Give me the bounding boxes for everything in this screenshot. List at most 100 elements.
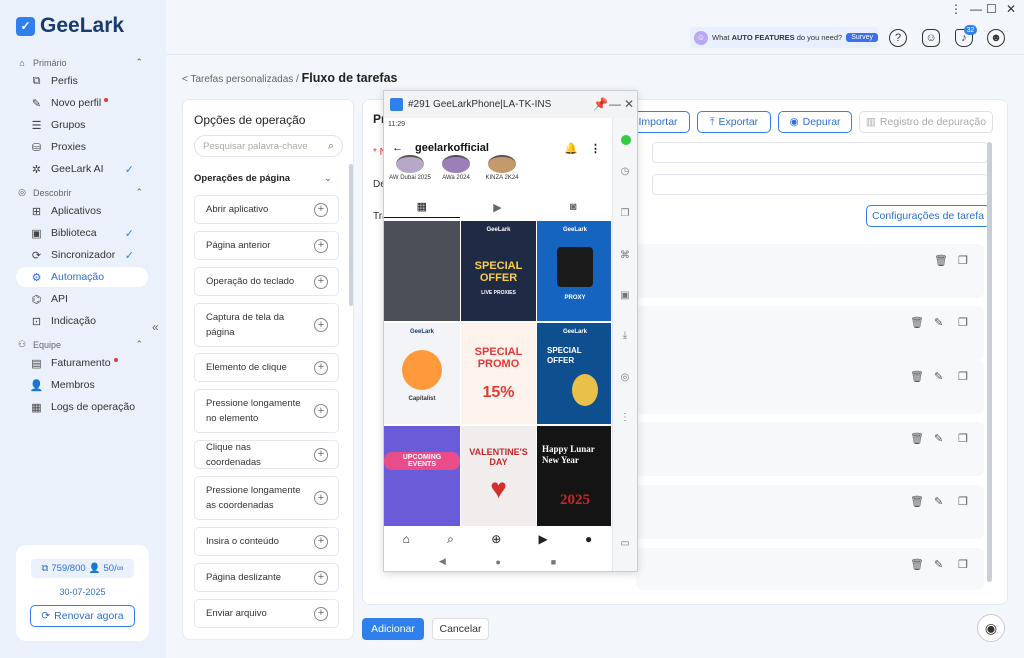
debug-log-button[interactable]: ▥ Registro de depuração	[859, 111, 993, 133]
operation-item[interactable]: Captura de tela da página +	[194, 303, 339, 347]
post-thumbnail[interactable]: SPECIAL PROMO 15%	[461, 323, 536, 424]
edit-icon[interactable]: ✎	[934, 316, 943, 329]
section-equipe[interactable]: ⚇ Equipe ⌃	[17, 339, 143, 350]
page-operations-group[interactable]: Operações de página ⌄	[194, 173, 332, 184]
description-input[interactable]	[652, 174, 988, 195]
operation-item[interactable]: Abrir aplicativo +	[194, 195, 339, 224]
add-icon[interactable]: +	[314, 360, 328, 375]
grid-tab-icon[interactable]: ▦	[384, 196, 460, 218]
chevron-up-icon[interactable]: ⌃	[135, 339, 143, 350]
task-settings-button[interactable]: Configurações de tarefa	[866, 205, 990, 227]
close-icon[interactable]: ✕	[624, 97, 634, 111]
post-thumbnail[interactable]: UPCOMING EVENTS	[384, 426, 460, 526]
flow-step-row[interactable]: 🗑 ✎ ❐	[636, 422, 984, 476]
cloud-phone-window[interactable]: #291 GeeLarkPhone|LA-TK-INS 📌 — ✕ 11:29 …	[383, 90, 638, 572]
minimize-icon[interactable]: —	[970, 2, 982, 16]
operation-item[interactable]: Clique nas coordenadas +	[194, 440, 339, 469]
add-icon[interactable]: +	[314, 274, 328, 289]
post-thumbnail[interactable]: GeeLark Capitalist	[384, 323, 460, 424]
breadcrumb-parent[interactable]: < Tarefas personalizadas	[182, 74, 293, 85]
add-icon[interactable]: +	[314, 202, 328, 217]
operation-item[interactable]: Insira o conteúdo +	[194, 527, 339, 556]
sidebar-item-automacao[interactable]: ⚙ Automação	[16, 267, 148, 287]
add-icon[interactable]: +	[314, 606, 328, 621]
sidebar-item-grupos[interactable]: ☰ Grupos	[16, 115, 148, 135]
reels-tab-icon[interactable]: ▶	[460, 196, 536, 218]
recents-icon[interactable]: ■	[551, 557, 556, 567]
sidebar-item-membros[interactable]: 👤 Membros	[16, 375, 148, 395]
sidebar-item-novo-perfil[interactable]: ✎ Novo perfil	[16, 93, 148, 113]
sidebar-item-api[interactable]: ⌬ API	[16, 289, 148, 309]
sidebar-item-geelark-ai[interactable]: ✲ GeeLark AI ✓	[16, 159, 148, 179]
flow-step-row[interactable]: 🗑 ✎ ❐	[636, 548, 984, 590]
eye-icon[interactable]: ◉	[977, 614, 1005, 642]
post-thumbnail[interactable]: VALENTINE'S DAY ♥	[461, 426, 536, 526]
add-icon[interactable]: +	[314, 238, 328, 253]
more-icon[interactable]: ⋮	[619, 412, 631, 423]
add-icon[interactable]: +	[314, 404, 328, 418]
flow-step-row[interactable]: 🗑 ✎ ❐	[636, 360, 984, 414]
sidebar-item-perfis[interactable]: ⧉ Perfis	[16, 71, 148, 91]
sidebar-item-logs[interactable]: ▦ Logs de operação	[16, 397, 148, 417]
screenshot-icon[interactable]: ▣	[619, 290, 631, 301]
more-icon[interactable]: ⋮	[590, 142, 601, 155]
minimize-icon[interactable]: —	[609, 97, 621, 111]
copy-icon[interactable]: ❐	[958, 495, 968, 508]
add-icon[interactable]: +	[314, 534, 328, 549]
pin-icon[interactable]: ⋮	[950, 2, 962, 16]
delete-icon[interactable]: 🗑	[934, 254, 948, 267]
post-thumbnail[interactable]: GeeLark SPECIAL OFFER	[537, 323, 611, 424]
create-icon[interactable]: ⊕	[491, 532, 501, 546]
download-icon[interactable]: ⤓	[619, 330, 631, 341]
post-thumbnail[interactable]	[384, 221, 460, 321]
flow-step-row[interactable]: 🗑 ✎ ❐	[636, 306, 984, 360]
flow-step-row[interactable]: 🗑 ✎ ❐	[636, 485, 984, 539]
chevron-up-icon[interactable]: ⌃	[135, 57, 143, 68]
geelark-logo[interactable]: ✓ GeeLark	[16, 14, 124, 38]
delete-icon[interactable]: 🗑	[910, 495, 924, 508]
help-icon[interactable]: ?	[889, 29, 907, 47]
feature-survey-banner[interactable]: ☺ What AUTO FEATURES do you need? Survey	[690, 27, 878, 48]
copy-icon[interactable]: ❐	[958, 432, 968, 445]
operation-item[interactable]: Página anterior +	[194, 231, 339, 260]
add-icon[interactable]: +	[314, 570, 328, 585]
edit-icon[interactable]: ✎	[934, 370, 943, 383]
operations-search-input[interactable]: Pesquisar palavra-chave ⌕	[194, 135, 343, 157]
main-scrollbar[interactable]	[987, 142, 992, 582]
operations-scrollbar[interactable]	[349, 164, 353, 306]
name-input[interactable]	[652, 142, 988, 163]
cancel-button[interactable]: Cancelar	[432, 618, 489, 640]
clipboard-icon[interactable]: ▭	[619, 538, 631, 549]
home-button-icon[interactable]: ●	[496, 557, 501, 567]
phone-screen[interactable]: 11:29 ← geelarkofficial 🔔 ⋮ AW Dubai 202…	[384, 118, 611, 571]
maximize-icon[interactable]: ☐	[986, 2, 997, 16]
copy-icon[interactable]: ❐	[619, 208, 631, 219]
survey-button[interactable]: Survey	[846, 33, 878, 42]
sidebar-item-faturamento[interactable]: ▤ Faturamento	[16, 353, 148, 373]
renew-button[interactable]: ⟳ Renovar agora	[30, 605, 135, 627]
gamepad-icon[interactable]: ⌘	[619, 250, 631, 261]
post-thumbnail[interactable]: GeeLark PROXY	[537, 221, 611, 321]
copy-icon[interactable]: ❐	[958, 558, 968, 571]
sidebar-item-proxies[interactable]: ⛁ Proxies	[16, 137, 148, 157]
copy-icon[interactable]: ❐	[958, 254, 968, 267]
add-button[interactable]: Adicionar	[362, 618, 424, 640]
post-thumbnail[interactable]: Happy Lunar New Year 2025	[537, 426, 611, 526]
export-button[interactable]: ⤒ Exportar	[697, 111, 771, 133]
delete-icon[interactable]: 🗑	[910, 432, 924, 445]
edit-icon[interactable]: ✎	[934, 432, 943, 445]
copy-icon[interactable]: ❐	[958, 370, 968, 383]
debug-button[interactable]: ◉ Depurar	[778, 111, 852, 133]
section-descobrir[interactable]: ◎ Descobrir ⌃	[17, 187, 143, 198]
reels-icon[interactable]: ▶	[539, 532, 548, 546]
close-icon[interactable]: ✕	[1006, 2, 1016, 16]
sidebar-item-sincronizador[interactable]: ⟳ Sincronizador ✓	[16, 245, 148, 265]
pin-icon[interactable]: 📌	[593, 97, 608, 111]
chevron-up-icon[interactable]: ⌃	[135, 187, 143, 198]
highlight[interactable]: AWa 2024	[436, 155, 476, 181]
copy-icon[interactable]: ❐	[958, 316, 968, 329]
delete-icon[interactable]: 🗑	[910, 558, 924, 571]
sidebar-item-aplicativos[interactable]: ⊞ Aplicativos	[16, 201, 148, 221]
operation-item[interactable]: Elemento de clique +	[194, 353, 339, 382]
flow-step-row[interactable]: 🗑 ❐	[636, 244, 984, 298]
